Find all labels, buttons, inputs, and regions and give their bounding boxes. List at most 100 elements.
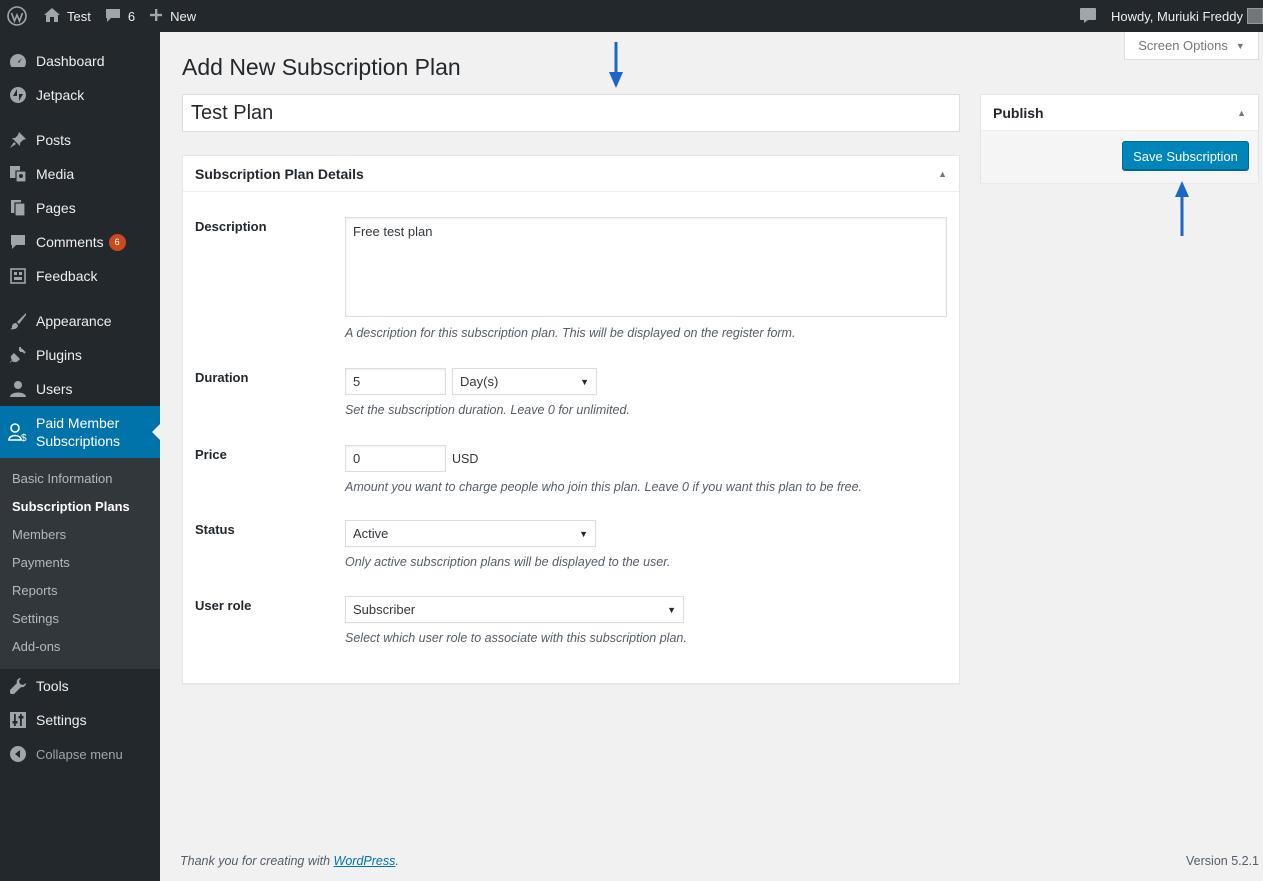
menu-label: Posts	[36, 132, 72, 148]
menu-plugins[interactable]: Plugins	[0, 338, 160, 372]
menu-dashboard[interactable]: Dashboard	[0, 44, 160, 78]
menu-label: Pages	[36, 200, 76, 216]
menu-settings[interactable]: Settings	[0, 703, 160, 737]
plus-icon	[149, 8, 163, 25]
user-role-help: Select which user role to associate with…	[345, 631, 687, 645]
publish-box-header[interactable]: Publish ▲	[981, 95, 1258, 131]
menu-label: Collapse menu	[36, 746, 123, 762]
user-role-value: Subscriber	[353, 602, 416, 617]
description-help: A description for this subscription plan…	[345, 326, 796, 340]
user-role-select[interactable]: Subscriber ▼	[345, 596, 684, 623]
svg-text:$: $	[21, 433, 27, 442]
menu-paid-member-subscriptions[interactable]: $ Paid Member Subscriptions	[0, 406, 160, 458]
submenu-members[interactable]: Members	[0, 521, 160, 549]
menu-pages[interactable]: Pages	[0, 191, 160, 225]
screen-options-label: Screen Options	[1138, 38, 1228, 53]
dashboard-icon	[8, 51, 28, 71]
menu-appearance[interactable]: Appearance	[0, 304, 160, 338]
site-name: Test	[67, 8, 91, 24]
status-value: Active	[353, 526, 389, 541]
submenu-reports[interactable]: Reports	[0, 577, 160, 605]
user-icon	[8, 379, 28, 399]
description-textarea[interactable]: Free test plan	[345, 217, 947, 317]
save-subscription-button[interactable]: Save Subscription	[1122, 141, 1249, 171]
menu-media[interactable]: Media	[0, 157, 160, 191]
menu-label: Plugins	[36, 347, 82, 363]
price-label: Price	[195, 447, 227, 462]
duration-unit-select[interactable]: Day(s) ▼	[452, 368, 597, 395]
menu-label: Users	[36, 381, 73, 397]
menu-label: Tools	[36, 678, 69, 694]
menu-jetpack[interactable]: Jetpack	[0, 78, 160, 112]
comments-badge: 6	[108, 233, 126, 251]
new-content-link[interactable]: New	[142, 0, 203, 32]
admin-sidebar: Dashboard Jetpack Posts Media Pages Comm…	[0, 32, 160, 881]
brush-icon	[8, 311, 28, 331]
collapse-icon	[8, 744, 28, 764]
menu-label: Appearance	[36, 313, 112, 329]
menu-users[interactable]: Users	[0, 372, 160, 406]
caret-down-icon: ▼	[579, 528, 588, 539]
menu-label: Jetpack	[36, 87, 85, 103]
price-input[interactable]	[345, 445, 446, 472]
member-dollar-icon: $	[8, 422, 28, 442]
status-label: Status	[195, 522, 235, 537]
duration-help: Set the subscription duration. Leave 0 f…	[345, 403, 630, 417]
menu-posts[interactable]: Posts	[0, 123, 160, 157]
comments-link[interactable]: 6	[98, 0, 142, 32]
description-label: Description	[195, 219, 267, 234]
pin-icon	[8, 130, 28, 150]
greeting-text: Howdy, Muriuki Freddy	[1111, 8, 1243, 24]
caret-down-icon: ▼	[667, 604, 676, 615]
wordpress-link[interactable]: WordPress	[334, 854, 396, 868]
comment-icon	[8, 232, 28, 252]
details-box-title: Subscription Plan Details	[195, 165, 364, 182]
jetpack-icon	[8, 85, 28, 105]
plug-icon	[8, 345, 28, 365]
menu-label: Feedback	[36, 268, 98, 284]
price-help: Amount you want to charge people who joi…	[345, 480, 862, 494]
submenu-basic-information[interactable]: Basic Information	[0, 465, 160, 493]
caret-down-icon: ▼	[1235, 40, 1245, 51]
menu-feedback[interactable]: Feedback	[0, 259, 160, 293]
admin-bar: Test 6 New Howdy, Muriuki Freddy	[0, 0, 1263, 32]
duration-unit-value: Day(s)	[460, 374, 499, 389]
footer-thanks: Thank you for creating with WordPress.	[180, 854, 399, 868]
duration-label: Duration	[195, 370, 249, 385]
comment-icon	[105, 7, 121, 26]
submenu-paid-member-subscriptions: Basic Information Subscription Plans Mem…	[0, 458, 160, 669]
status-select[interactable]: Active ▼	[345, 520, 596, 547]
screen-options-button[interactable]: Screen Options ▼	[1124, 32, 1259, 60]
publish-box: Publish ▲ Save Subscription	[980, 94, 1259, 183]
notifications-link[interactable]	[1072, 0, 1104, 32]
menu-label: Settings	[36, 712, 87, 728]
sliders-icon	[8, 710, 28, 730]
collapse-toggle-icon[interactable]: ▲	[1237, 108, 1246, 118]
home-icon	[43, 7, 61, 26]
plan-title-input[interactable]	[182, 94, 960, 132]
submenu-settings[interactable]: Settings	[0, 605, 160, 633]
my-account-link[interactable]: Howdy, Muriuki Freddy	[1104, 0, 1263, 32]
menu-comments[interactable]: Comments 6	[0, 225, 160, 259]
menu-label: Media	[36, 166, 75, 182]
comments-count: 6	[127, 8, 136, 24]
avatar	[1247, 8, 1263, 24]
publish-box-title: Publish	[993, 104, 1044, 121]
submenu-subscription-plans[interactable]: Subscription Plans	[0, 493, 160, 521]
publish-actions: Save Subscription	[981, 131, 1258, 183]
footer-thanks-suffix: .	[395, 854, 399, 868]
duration-input[interactable]	[345, 368, 446, 395]
submenu-add-ons[interactable]: Add-ons	[0, 633, 160, 661]
site-name-link[interactable]: Test	[36, 0, 98, 32]
collapse-menu-button[interactable]: Collapse menu	[0, 737, 160, 771]
wordpress-logo-icon[interactable]	[0, 0, 36, 32]
menu-tools[interactable]: Tools	[0, 669, 160, 703]
menu-label: Dashboard	[36, 53, 105, 69]
pages-icon	[8, 198, 28, 218]
collapse-toggle-icon[interactable]: ▲	[938, 169, 947, 179]
status-help: Only active subscription plans will be d…	[345, 555, 671, 569]
user-role-label: User role	[195, 598, 252, 613]
submenu-payments[interactable]: Payments	[0, 549, 160, 577]
details-box-header[interactable]: Subscription Plan Details ▲	[183, 156, 959, 192]
subscription-plan-details-box: Subscription Plan Details ▲ Description …	[182, 155, 960, 684]
